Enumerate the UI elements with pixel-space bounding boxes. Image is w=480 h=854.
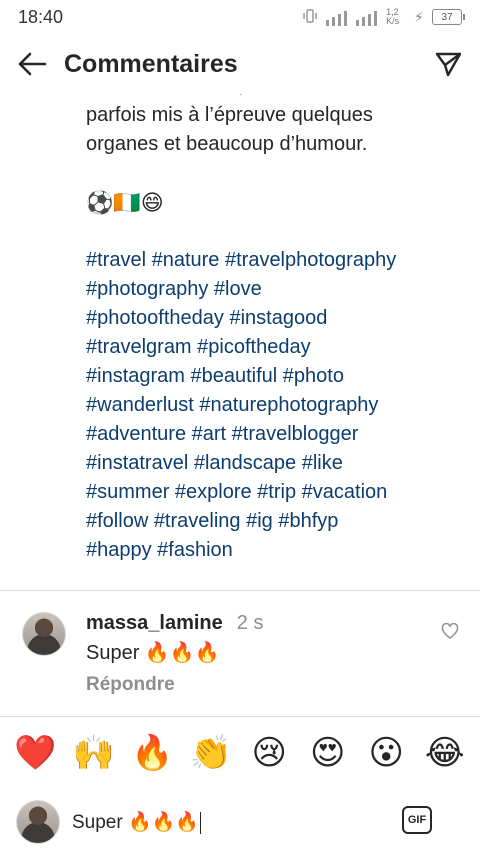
back-button[interactable] <box>0 34 64 94</box>
reaction-crying[interactable]: 😢 <box>243 728 295 778</box>
network-speed: 1,2 K/s <box>386 7 400 26</box>
charging-icon: ⚡ <box>414 8 424 25</box>
hashtag-line[interactable]: #happy #fashion <box>86 536 446 565</box>
comment-username[interactable]: massa_lamine <box>86 612 223 634</box>
hashtag-line[interactable]: #travel #nature #travelphotography <box>86 246 446 275</box>
vibrate-icon <box>302 8 318 27</box>
comment-header: massa_lamine 2 s <box>86 612 263 635</box>
reaction-surprised[interactable]: 😮 <box>360 728 412 778</box>
hashtag-line[interactable]: #follow #traveling #ig #bhfyp <box>86 507 446 536</box>
reply-button[interactable]: Répondre <box>86 674 175 696</box>
divider <box>0 590 480 591</box>
status-bar: 18:40 1,2 K/s ⚡ 37 <box>0 0 480 34</box>
quick-reactions-bar: ❤️ 🙌 🔥 👏 😢 😍 😮 😂 <box>0 728 480 778</box>
signal-2-icon <box>356 8 378 26</box>
share-button[interactable] <box>416 34 480 94</box>
reaction-laughing[interactable]: 😂 <box>419 728 471 778</box>
send-icon <box>435 52 462 77</box>
user-avatar <box>16 800 60 844</box>
status-time: 18:40 <box>18 6 64 27</box>
hashtag-line[interactable]: #wanderlust #naturephotography <box>86 391 446 420</box>
like-comment-button[interactable] <box>441 622 461 643</box>
signal-icon <box>326 8 348 26</box>
heart-outline-icon <box>441 622 459 639</box>
hashtag-line[interactable]: #travelgram #picoftheday <box>86 333 446 362</box>
caption-emoji-line: ⚽🇨🇮😄 <box>86 190 164 215</box>
page-title: Commentaires <box>64 49 238 78</box>
caption-line: parfois mis à l’épreuve quelques <box>86 104 373 126</box>
reaction-fire[interactable]: 🔥 <box>126 728 178 778</box>
reaction-heart-eyes[interactable]: 😍 <box>302 728 354 778</box>
reaction-clap[interactable]: 👏 <box>185 728 237 778</box>
gif-button[interactable]: GIF <box>402 806 432 834</box>
comment-text: Super 🔥🔥🔥 <box>86 642 220 664</box>
hashtag-line[interactable]: #photography #love <box>86 275 446 304</box>
top-app-bar: Commentaires <box>0 34 480 94</box>
battery-level: 37 <box>441 11 453 23</box>
status-icons: 1,2 K/s ⚡ 37 <box>302 7 465 27</box>
hashtag-line[interactable]: #instatravel #landscape #like <box>86 449 446 478</box>
comment-input-value: Super 🔥🔥🔥 <box>72 812 199 833</box>
reaction-raised-hands[interactable]: 🙌 <box>68 728 120 778</box>
comment-input-bar: Super 🔥🔥🔥 GIF <box>0 792 480 852</box>
text-caret <box>199 811 202 834</box>
hashtag-line[interactable]: #photooftheday #instagood <box>86 304 446 333</box>
hashtag-line[interactable]: #adventure #art #travelblogger <box>86 420 446 449</box>
hashtag-line[interactable]: #instagram #beautiful #photo <box>86 362 446 391</box>
comment-input[interactable]: Super 🔥🔥🔥 <box>72 810 202 834</box>
caption-hashtags: #travel #nature #travelphotography #phot… <box>86 246 446 565</box>
comment-item: massa_lamine 2 s Super 🔥🔥🔥 Répondre <box>0 608 480 708</box>
battery-icon: 37 <box>432 9 465 25</box>
reaction-heart[interactable]: ❤️ <box>9 728 61 778</box>
caption-line: organes et beaucoup d’humour. <box>86 133 368 155</box>
comment-time: 2 s <box>236 612 264 634</box>
post-caption: émotionnels forts, même si cela a parfoi… <box>86 72 446 565</box>
commenter-avatar[interactable] <box>22 612 66 656</box>
hashtag-line[interactable]: #summer #explore #trip #vacation <box>86 478 446 507</box>
back-arrow-icon <box>18 52 47 76</box>
divider <box>0 716 480 717</box>
